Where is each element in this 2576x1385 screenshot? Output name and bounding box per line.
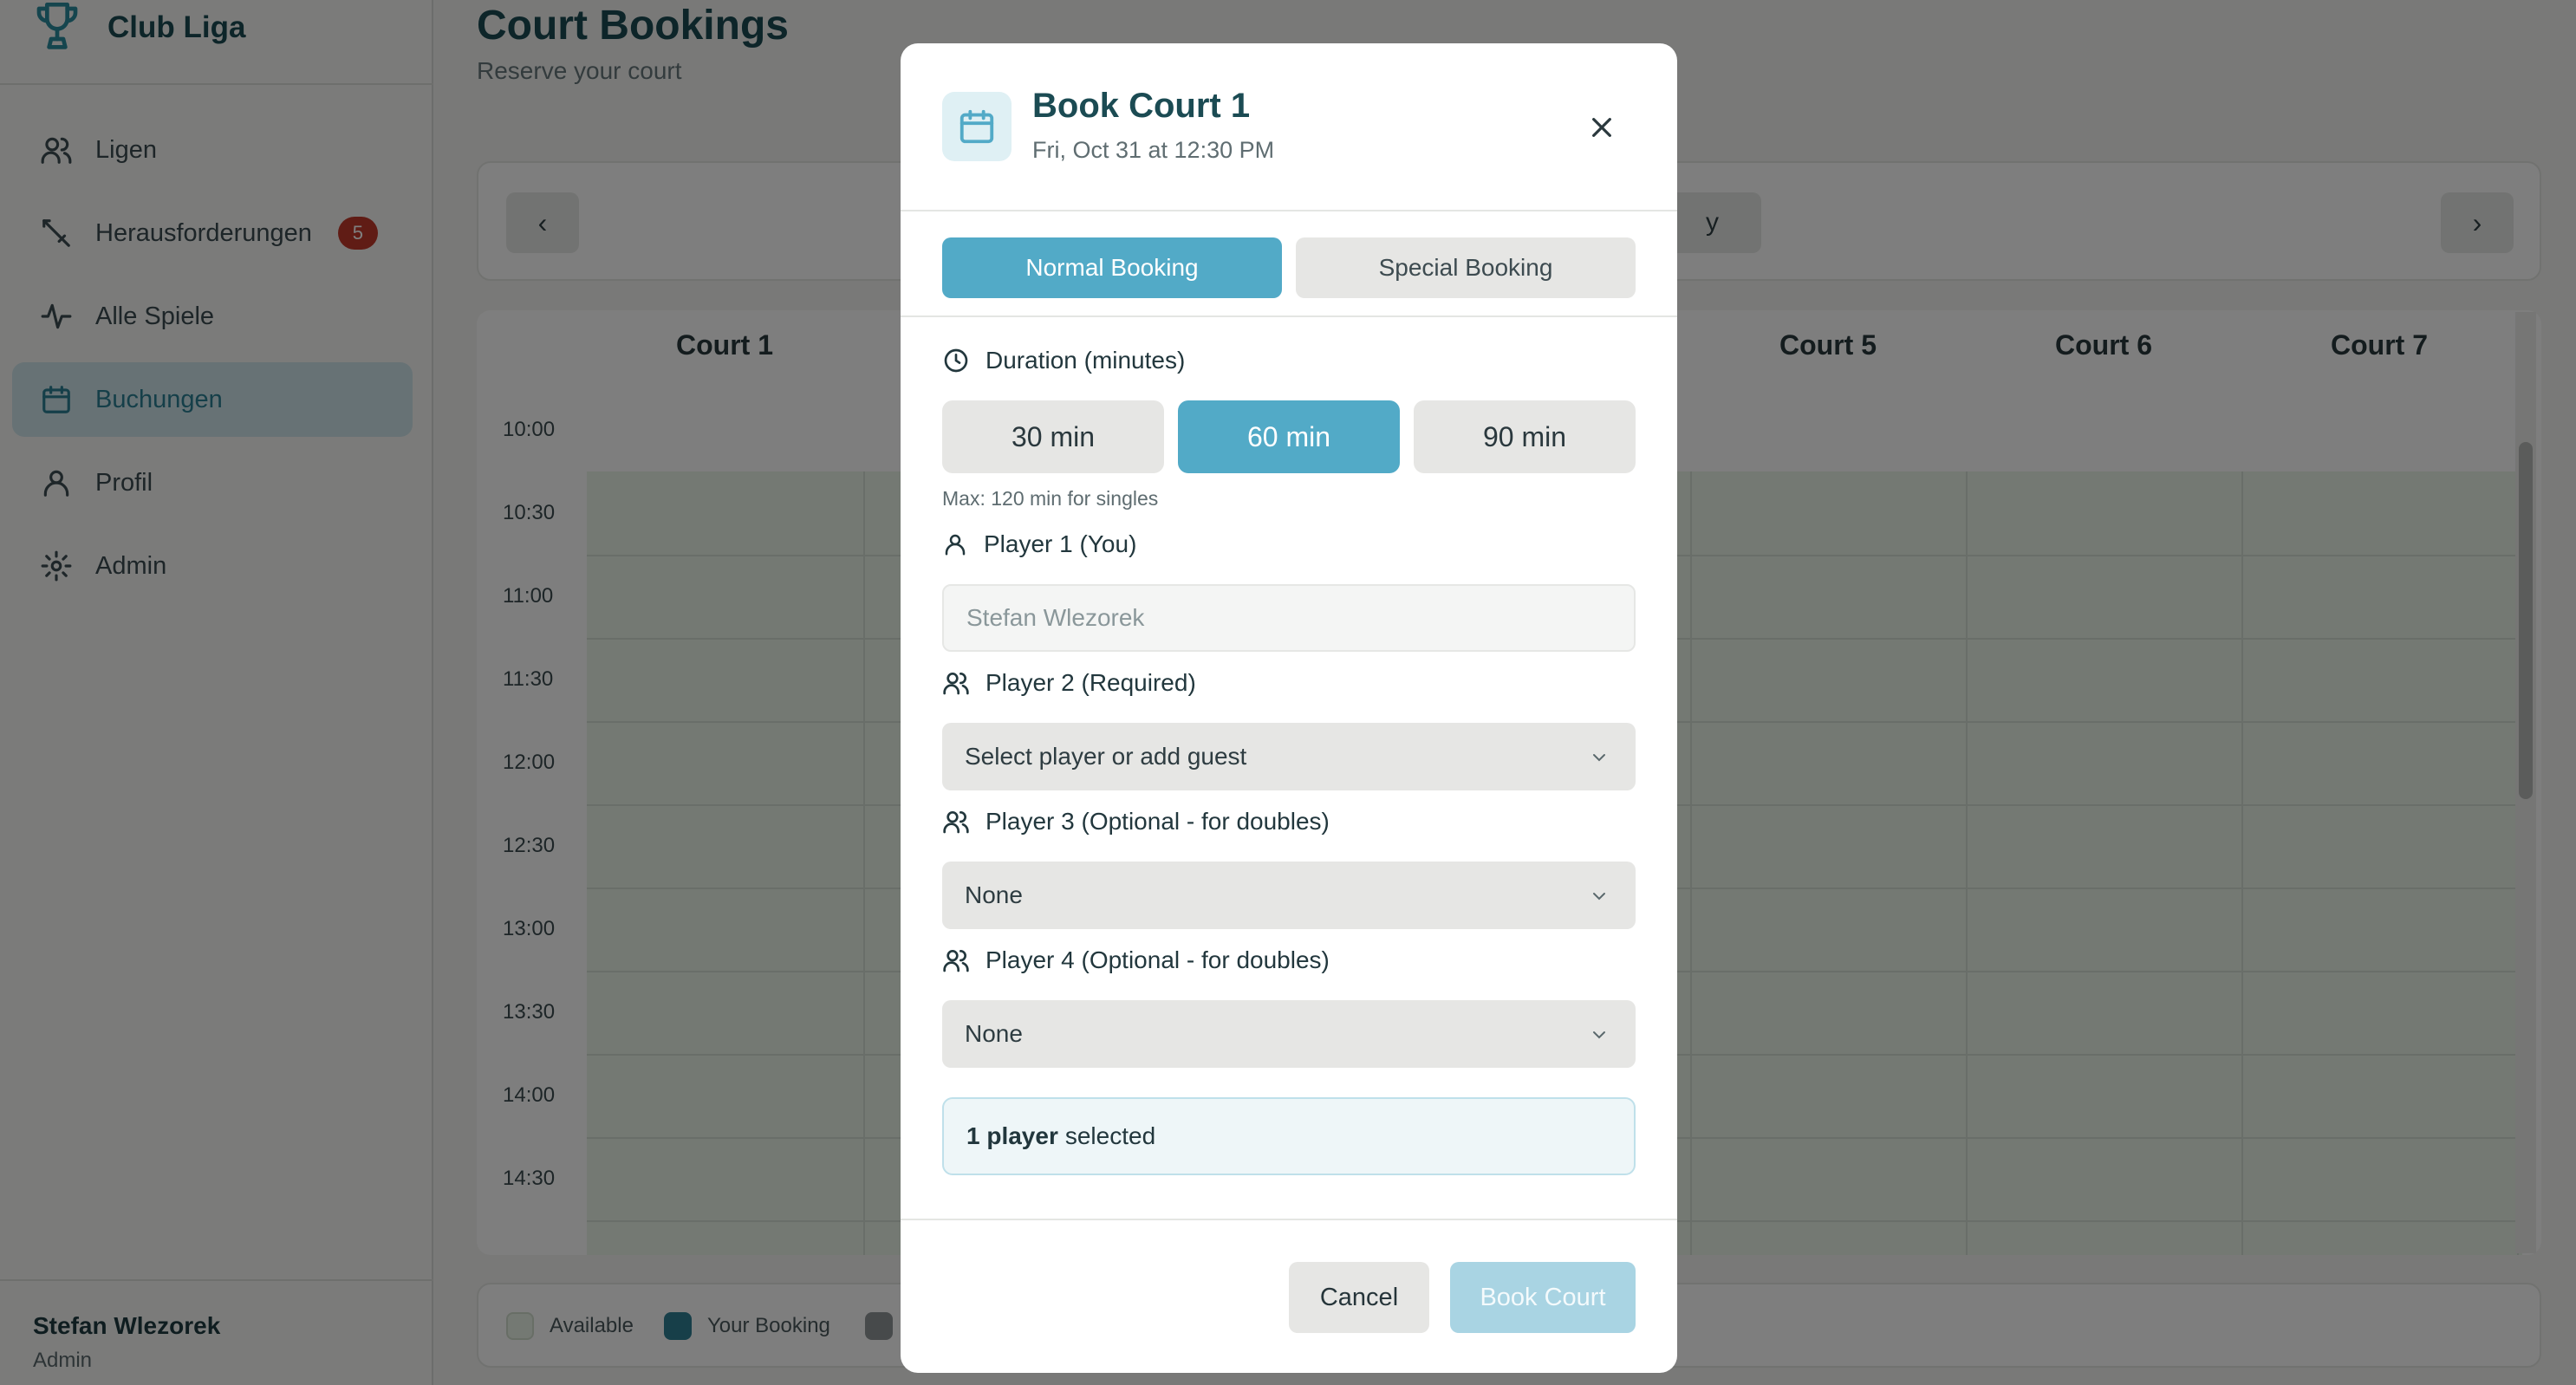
clock-icon	[944, 348, 968, 373]
cancel-button[interactable]: Cancel	[1289, 1262, 1429, 1333]
player4-label-text: Player 4 (Optional - for doubles)	[986, 946, 1330, 973]
player4-select-value: None	[965, 1020, 1023, 1047]
user-icon	[945, 534, 966, 556]
dialog-subtitle: Fri, Oct 31 at 12:30 PM	[1032, 137, 1275, 163]
dialog-footer: Cancel Book Court	[901, 1219, 1677, 1373]
booking-dialog: Book Court 1 Fri, Oct 31 at 12:30 PM Nor…	[901, 43, 1677, 1373]
player1-field: Stefan Wlezorek	[942, 584, 1636, 652]
player-count-suffix: selected	[1064, 1122, 1156, 1149]
player2-select-value: Select player or add guest	[965, 743, 1247, 770]
player3-label-text: Player 3 (Optional - for doubles)	[986, 808, 1330, 835]
player4-label: Player 4 (Optional - for doubles)	[942, 946, 1330, 974]
chevron-down-icon	[1593, 754, 1605, 762]
player3-label: Player 3 (Optional - for doubles)	[942, 808, 1330, 836]
duration-60-button[interactable]: 60 min	[1178, 400, 1400, 473]
users-icon	[943, 811, 969, 834]
player2-label: Player 2 (Required)	[942, 669, 1196, 697]
player4-select[interactable]: None	[942, 1000, 1636, 1068]
dialog-header: Book Court 1 Fri, Oct 31 at 12:30 PM	[901, 43, 1677, 211]
player2-select[interactable]: Select player or add guest	[942, 723, 1636, 790]
chevron-down-icon	[1593, 1031, 1605, 1039]
chevron-down-icon	[1593, 893, 1605, 901]
player1-label: Player 1 (You)	[942, 530, 1136, 558]
close-icon	[1592, 118, 1611, 137]
tab-normal-booking[interactable]: Normal Booking	[942, 237, 1282, 298]
users-icon	[943, 673, 969, 695]
duration-30-button[interactable]: 30 min	[942, 400, 1164, 473]
player-count-summary: 1 player selected	[942, 1097, 1636, 1175]
player-count: 1 player	[966, 1122, 1058, 1149]
users-icon	[943, 950, 969, 972]
player3-select-value: None	[965, 881, 1023, 908]
player1-label-text: Player 1 (You)	[984, 530, 1137, 557]
player2-label-text: Player 2 (Required)	[986, 669, 1196, 696]
calendar-icon	[942, 92, 1012, 161]
duration-90-button[interactable]: 90 min	[1414, 400, 1636, 473]
book-court-button[interactable]: Book Court	[1450, 1262, 1636, 1333]
close-button[interactable]	[1582, 107, 1622, 147]
booking-type-tabs: Normal Booking Special Booking	[901, 213, 1677, 317]
player3-select[interactable]: None	[942, 862, 1636, 929]
tab-special-booking[interactable]: Special Booking	[1296, 237, 1636, 298]
duration-hint: Max: 120 min for singles	[942, 487, 1159, 510]
dialog-title: Book Court 1	[1032, 87, 1251, 125]
duration-label: Duration (minutes)	[942, 347, 1185, 374]
duration-label-text: Duration (minutes)	[986, 347, 1186, 374]
